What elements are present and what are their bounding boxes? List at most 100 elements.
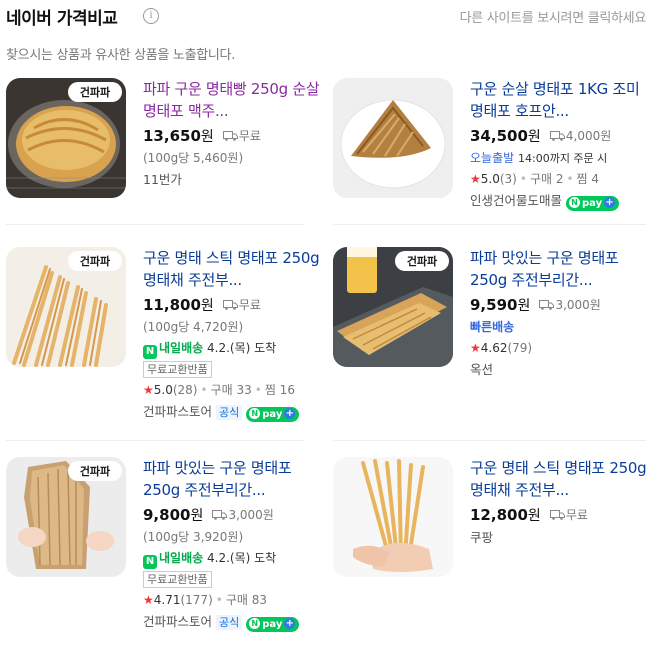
rating-count: (79) (507, 341, 533, 355)
page-title: 네이버 가격비교 (6, 9, 118, 29)
seller-name[interactable]: 11번가 (143, 169, 321, 190)
thumb-logo: 건파파 (80, 254, 111, 268)
plus-icon: + (284, 618, 296, 629)
npay-n-icon: N (249, 408, 261, 419)
shipping-fee: 3,000원 (555, 298, 601, 312)
review-info: ★5.0(28) • 구매 33 • 찜 16 (143, 380, 321, 401)
other-sites-link[interactable]: 다른 사이트를 보시려면 클릭하세요 (460, 7, 647, 26)
seller-name[interactable]: 쿠팡 (470, 527, 648, 548)
rating-count: (3) (499, 172, 517, 186)
shipping-fee: 무료 (238, 129, 261, 143)
product-image[interactable]: 건파파 (6, 457, 126, 577)
shipping: 무료 (222, 127, 261, 144)
delivery-date: 4.2.(목) 도착 (207, 341, 277, 355)
product-card[interactable]: 건파파 파파 맛있는 구운 명태포 250g 주전부리간... 9,800원 3… (6, 457, 321, 657)
seller-name[interactable]: 옥션 (470, 359, 648, 380)
seller-row: 인생건어물도매몰 Npay + (470, 190, 648, 211)
fast-delivery-label: 빠른배송 (470, 320, 515, 334)
naver-delivery-icon: N (143, 555, 157, 569)
product-card[interactable]: 건파파 파파 맛있는 구운 명태포 250g 주전부리간... 9,590원 3… (333, 247, 648, 447)
product-card[interactable]: 건파파 구운 명태 스틱 명태포 250g 명태채 주전부... 11,800원… (6, 247, 321, 447)
delivery-info: 오늘출발 14:00까지 주문 시 (470, 148, 648, 169)
official-badge: 공식 (216, 405, 243, 420)
won-unit: 원 (527, 129, 541, 145)
truck-icon (212, 510, 228, 520)
plus-icon: + (604, 197, 616, 208)
delivery-text: 14:00까지 주문 시 (518, 152, 608, 165)
seller-name[interactable]: 인생건어물도매몰 (470, 193, 562, 208)
row-divider (333, 440, 646, 441)
price: 11,800 (143, 296, 201, 314)
separator: • (566, 172, 574, 186)
price-row: 9,800원 3,000원 (143, 505, 321, 527)
purchase-count: 구매 83 (225, 593, 268, 607)
product-name[interactable]: 파파 구운 명태빵 250g 순살 명태포 맥주... (143, 78, 321, 122)
unit-price: (100g당 5,460원) (143, 151, 244, 165)
delivery-info: N 내일배송 4.2.(목) 도착 (143, 548, 321, 569)
price-row: 12,800원 무료 (470, 505, 648, 527)
separator: • (519, 172, 527, 186)
rating: 5.0 (153, 383, 173, 397)
official-badge: 공식 (216, 615, 243, 630)
row-divider (333, 224, 646, 225)
product-name[interactable]: 구운 명태 스틱 명태포 250g 명태채 주전부... (143, 247, 321, 291)
price: 34,500 (470, 127, 528, 145)
product-card[interactable]: 구운 명태 스틱 명태포 250g 명태채 주전부... 12,800원 무료 … (333, 457, 648, 657)
product-image[interactable] (333, 457, 453, 577)
product-name[interactable]: 구운 명태 스틱 명태포 250g 명태채 주전부... (470, 457, 648, 501)
shipping: 4,000원 (549, 127, 611, 144)
npay-badge: Npay + (566, 196, 620, 211)
shipping-fee: 3,000원 (228, 508, 274, 522)
seller-name[interactable]: 건파파스토어 (143, 404, 212, 419)
product-name[interactable]: 파파 맛있는 구운 명태포 250g 주전부리간... (470, 247, 648, 291)
won-unit: 원 (200, 129, 214, 145)
price: 9,800 (143, 506, 191, 524)
product-name[interactable]: 구운 순살 명태포 1KG 조미명태포 호프안... (470, 78, 648, 122)
star-icon: ★ (470, 341, 481, 355)
unit-price: (100g당 3,920원) (143, 530, 244, 544)
price-row: 13,650원 무료 (143, 126, 321, 148)
truck-icon (549, 131, 565, 141)
rating: 4.71 (153, 593, 181, 607)
delivery-info: N 내일배송 4.2.(목) 도착 (143, 338, 321, 359)
shipping-fee: 무료 (238, 298, 261, 312)
npay-badge: Npay + (246, 407, 300, 422)
thumb-logo: 건파파 (80, 464, 111, 478)
seller-row: 건파파스토어 공식 Npay + (143, 401, 321, 422)
product-name[interactable]: 파파 맛있는 구운 명태포 250g 주전부리간... (143, 457, 321, 501)
header: 네이버 가격비교 i 다른 사이트를 보시려면 클릭하세요 (6, 4, 646, 30)
delivery-date: 4.2.(목) 도착 (207, 551, 277, 565)
info-icon[interactable]: i (143, 8, 159, 24)
separator: • (254, 383, 262, 397)
product-image[interactable]: 건파파 (333, 247, 453, 367)
price-row: 34,500원 4,000원 (470, 126, 648, 148)
free-return-tag: 무료교환반품 (143, 361, 212, 378)
shipping: 무료 (222, 296, 261, 313)
delivery-label: 오늘출발 (470, 151, 515, 165)
seller-row: 건파파스토어 공식 Npay + (143, 611, 321, 632)
product-image[interactable]: 건파파 (6, 78, 126, 198)
thumb-logo: 건파파 (407, 254, 438, 268)
wish-count: 찜 16 (264, 383, 295, 397)
rating-count: (177) (180, 593, 213, 607)
npay-badge: Npay + (246, 617, 300, 632)
price: 9,590 (470, 296, 518, 314)
price-row: 9,590원 3,000원 (470, 295, 648, 317)
product-image[interactable]: 건파파 (6, 247, 126, 367)
review-info: ★5.0(3) • 구매 2 • 찜 4 (470, 169, 648, 190)
shipping: 3,000원 (539, 296, 601, 313)
product-image[interactable] (333, 78, 453, 198)
truck-icon (222, 300, 238, 310)
free-return-tag: 무료교환반품 (143, 571, 212, 588)
wish-count: 찜 4 (576, 172, 600, 186)
separator: • (215, 593, 223, 607)
row-divider (6, 224, 304, 225)
rating-count: (28) (172, 383, 198, 397)
delivery-label: 내일배송 (159, 341, 204, 355)
shipping: 무료 (549, 506, 588, 523)
shipping: 3,000원 (212, 506, 274, 523)
row-divider (6, 440, 304, 441)
truck-icon (222, 131, 238, 141)
seller-name[interactable]: 건파파스토어 (143, 614, 212, 629)
npay-n-icon: N (249, 618, 261, 629)
